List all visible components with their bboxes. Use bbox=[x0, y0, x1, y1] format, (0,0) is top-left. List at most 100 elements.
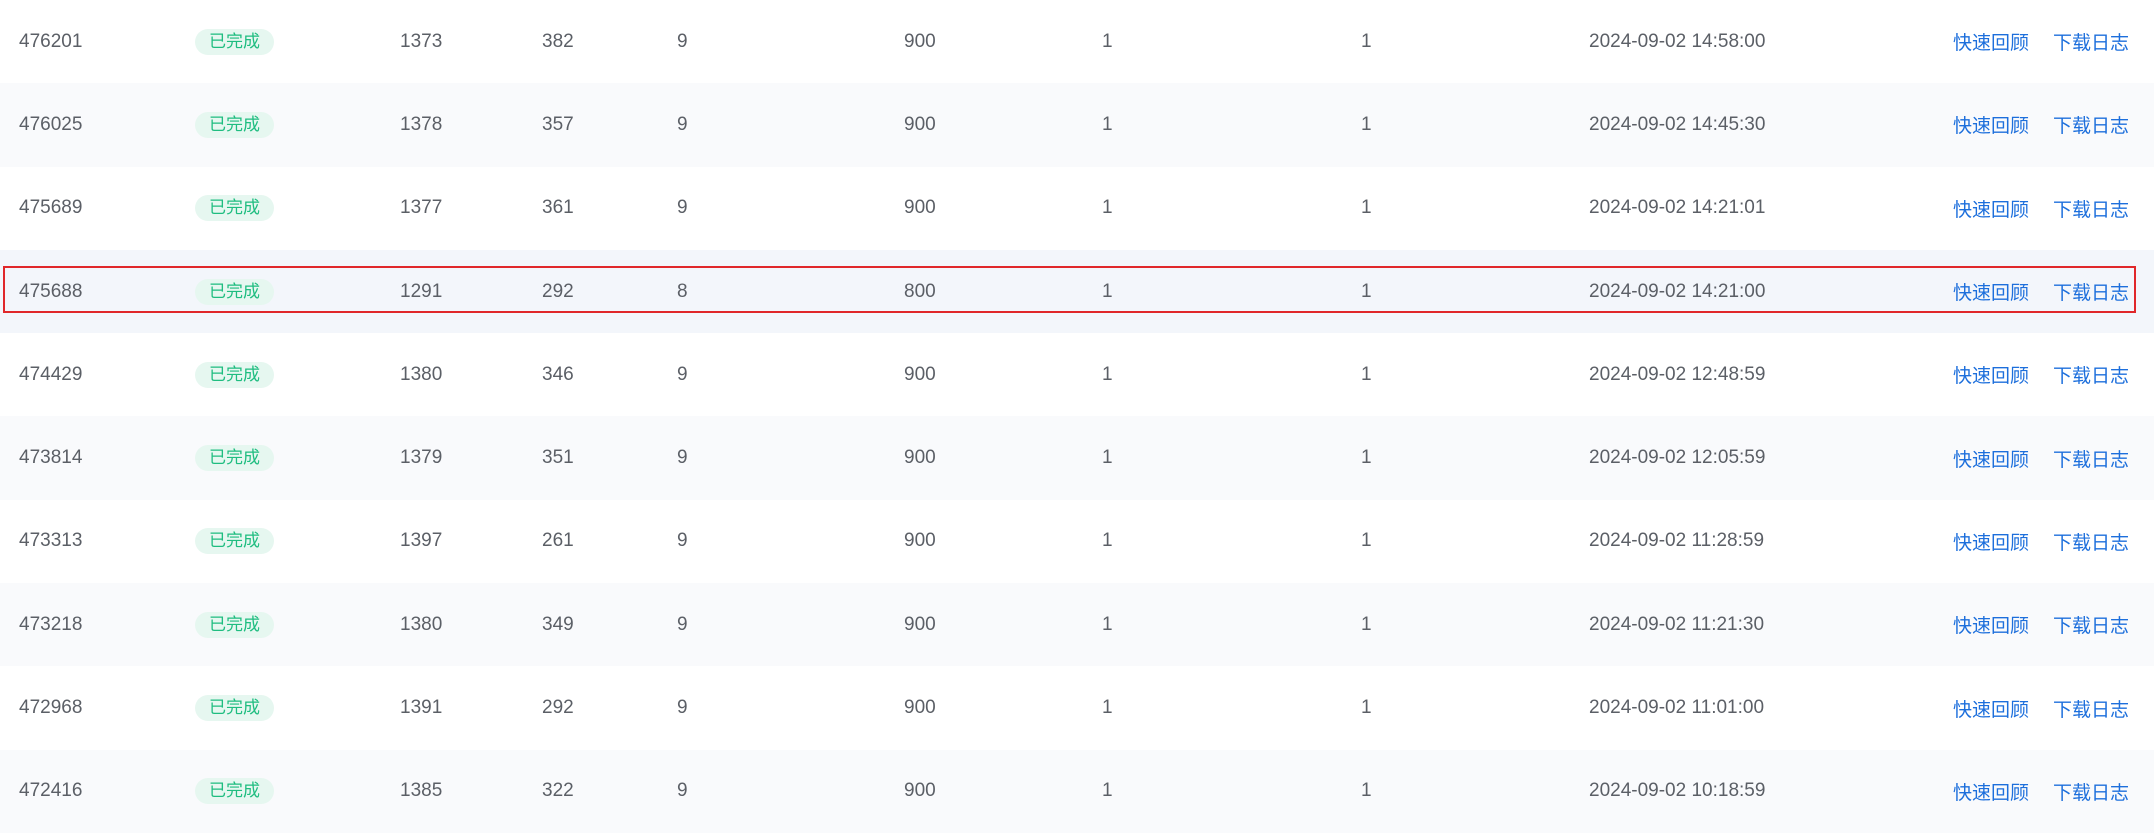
table-row-highlighted: 475688 已完成 1291 292 8 800 1 1 2024-09-02… bbox=[0, 249, 2154, 334]
cell-a: 1291 bbox=[400, 280, 443, 302]
download-log-link[interactable]: 下载日志 bbox=[2053, 778, 2129, 805]
download-log-link[interactable]: 下载日志 bbox=[2053, 278, 2129, 305]
cell-b: 351 bbox=[542, 447, 574, 469]
download-log-link[interactable]: 下载日志 bbox=[2053, 361, 2129, 388]
table-row: 476025 已完成 1378 357 9 900 1 1 2024-09-02… bbox=[0, 83, 2154, 167]
status-badge: 已完成 bbox=[195, 778, 274, 805]
quick-review-link[interactable]: 快速回顾 bbox=[1953, 445, 2029, 472]
cell-d: 900 bbox=[904, 530, 936, 552]
cell-id: 472968 bbox=[19, 697, 83, 719]
quick-review-link[interactable]: 快速回顾 bbox=[1953, 28, 2029, 55]
cell-id: 473218 bbox=[19, 613, 83, 635]
status-badge: 已完成 bbox=[195, 111, 274, 138]
cell-f: 1 bbox=[1361, 780, 1372, 802]
cell-b: 357 bbox=[542, 113, 574, 135]
cell-b: 261 bbox=[542, 530, 574, 552]
cell-e: 1 bbox=[1102, 197, 1113, 219]
status-cell: 已完成 bbox=[195, 333, 274, 416]
cell-f: 1 bbox=[1361, 280, 1372, 302]
download-log-link[interactable]: 下载日志 bbox=[2053, 528, 2129, 555]
status-badge: 已完成 bbox=[195, 278, 274, 305]
cell-d: 900 bbox=[904, 780, 936, 802]
cell-f: 1 bbox=[1361, 613, 1372, 635]
status-badge: 已完成 bbox=[195, 28, 274, 55]
cell-e: 1 bbox=[1102, 697, 1113, 719]
cell-a: 1379 bbox=[400, 447, 443, 469]
download-log-link[interactable]: 下载日志 bbox=[2053, 111, 2129, 138]
status-badge: 已完成 bbox=[195, 445, 274, 472]
cell-id: 474429 bbox=[19, 363, 83, 385]
cell-d: 900 bbox=[904, 697, 936, 719]
status-badge: 已完成 bbox=[195, 528, 274, 555]
cell-id: 472416 bbox=[19, 780, 83, 802]
table-row: 473313 已完成 1397 261 9 900 1 1 2024-09-02… bbox=[0, 500, 2154, 583]
download-log-link[interactable]: 下载日志 bbox=[2053, 445, 2129, 472]
cell-time: 2024-09-02 10:18:59 bbox=[1589, 780, 1766, 802]
cell-f: 1 bbox=[1361, 530, 1372, 552]
cell-time: 2024-09-02 11:21:30 bbox=[1589, 613, 1765, 635]
cell-d: 900 bbox=[904, 447, 936, 469]
status-cell: 已完成 bbox=[195, 83, 274, 166]
cell-id: 476201 bbox=[19, 30, 83, 52]
table-row: 474429 已完成 1380 346 9 900 1 1 2024-09-02… bbox=[0, 333, 2154, 416]
cell-f: 1 bbox=[1361, 363, 1372, 385]
status-cell: 已完成 bbox=[195, 167, 274, 250]
download-log-link[interactable]: 下载日志 bbox=[2053, 195, 2129, 222]
cell-d: 900 bbox=[904, 30, 936, 52]
cell-a: 1397 bbox=[400, 530, 443, 552]
cell-c: 9 bbox=[677, 363, 688, 385]
status-cell: 已完成 bbox=[195, 666, 274, 749]
status-badge: 已完成 bbox=[195, 611, 274, 638]
quick-review-link[interactable]: 快速回顾 bbox=[1953, 695, 2029, 722]
quick-review-link[interactable]: 快速回顾 bbox=[1953, 111, 2029, 138]
cell-f: 1 bbox=[1361, 113, 1372, 135]
cell-d: 900 bbox=[904, 113, 936, 135]
cell-time: 2024-09-02 14:58:00 bbox=[1589, 30, 1766, 52]
table-row: 475689 已完成 1377 361 9 900 1 1 2024-09-02… bbox=[0, 167, 2154, 250]
status-cell: 已完成 bbox=[195, 750, 274, 833]
status-cell: 已完成 bbox=[195, 250, 274, 333]
cell-b: 322 bbox=[542, 780, 574, 802]
cell-c: 9 bbox=[677, 613, 688, 635]
cell-time: 2024-09-02 11:01:00 bbox=[1589, 697, 1765, 719]
cell-b: 361 bbox=[542, 197, 574, 219]
cell-d: 900 bbox=[904, 363, 936, 385]
quick-review-link[interactable]: 快速回顾 bbox=[1953, 278, 2029, 305]
cell-id: 476025 bbox=[19, 113, 83, 135]
cell-f: 1 bbox=[1361, 697, 1372, 719]
quick-review-link[interactable]: 快速回顾 bbox=[1953, 195, 2029, 222]
cell-time: 2024-09-02 12:48:59 bbox=[1589, 363, 1766, 385]
cell-time: 2024-09-02 14:21:01 bbox=[1589, 197, 1766, 219]
status-cell: 已完成 bbox=[195, 416, 274, 499]
cell-time: 2024-09-02 12:05:59 bbox=[1589, 447, 1766, 469]
cell-a: 1391 bbox=[400, 697, 443, 719]
cell-time: 2024-09-02 14:21:00 bbox=[1589, 280, 1766, 302]
cell-id: 475688 bbox=[19, 280, 83, 302]
task-table: 476201 已完成 1373 382 9 900 1 1 2024-09-02… bbox=[0, 0, 2154, 833]
quick-review-link[interactable]: 快速回顾 bbox=[1953, 361, 2029, 388]
cell-id: 473814 bbox=[19, 447, 83, 469]
cell-f: 1 bbox=[1361, 30, 1372, 52]
quick-review-link[interactable]: 快速回顾 bbox=[1953, 611, 2029, 638]
cell-f: 1 bbox=[1361, 197, 1372, 219]
status-cell: 已完成 bbox=[195, 500, 274, 583]
status-cell: 已完成 bbox=[195, 583, 274, 666]
cell-c: 9 bbox=[677, 780, 688, 802]
quick-review-link[interactable]: 快速回顾 bbox=[1953, 778, 2029, 805]
table-row: 472968 已完成 1391 292 9 900 1 1 2024-09-02… bbox=[0, 666, 2154, 749]
cell-e: 1 bbox=[1102, 280, 1113, 302]
download-log-link[interactable]: 下载日志 bbox=[2053, 695, 2129, 722]
cell-e: 1 bbox=[1102, 613, 1113, 635]
cell-b: 292 bbox=[542, 280, 574, 302]
table-row: 473218 已完成 1380 349 9 900 1 1 2024-09-02… bbox=[0, 583, 2154, 667]
cell-c: 9 bbox=[677, 30, 688, 52]
download-log-link[interactable]: 下载日志 bbox=[2053, 28, 2129, 55]
cell-b: 346 bbox=[542, 363, 574, 385]
status-badge: 已完成 bbox=[195, 195, 274, 222]
quick-review-link[interactable]: 快速回顾 bbox=[1953, 528, 2029, 555]
cell-c: 9 bbox=[677, 197, 688, 219]
table-row: 472416 已完成 1385 322 9 900 1 1 2024-09-02… bbox=[0, 749, 2154, 833]
cell-time: 2024-09-02 11:28:59 bbox=[1589, 530, 1765, 552]
download-log-link[interactable]: 下载日志 bbox=[2053, 611, 2129, 638]
cell-d: 800 bbox=[904, 280, 936, 302]
